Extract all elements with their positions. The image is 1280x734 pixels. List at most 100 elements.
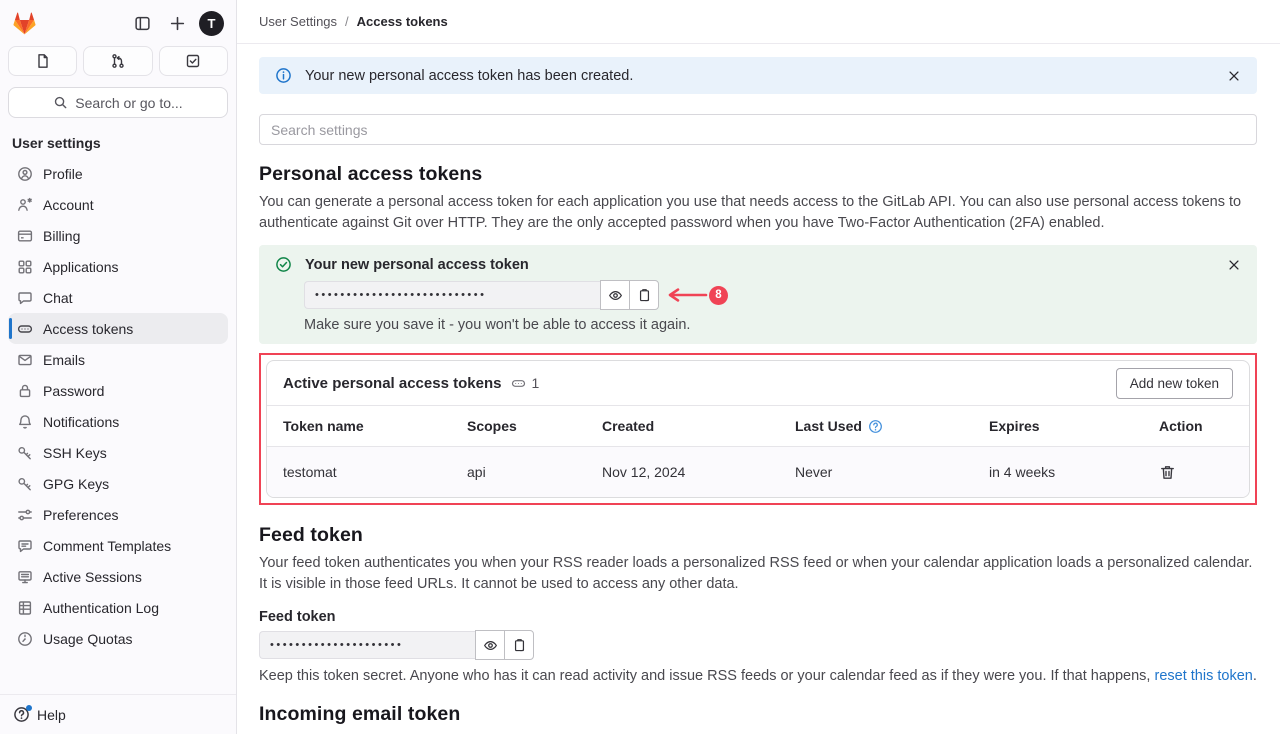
sidebar-section-title: User settings [12,135,224,151]
sidebar-item-label: Account [43,197,94,213]
sidebar-shortcuts [8,46,228,76]
sidebar-item-notifications[interactable]: Notifications [8,406,228,437]
expires-cell: in 4 weeks [989,464,1159,480]
copy-clipboard-icon [512,638,527,653]
gitlab-logo-icon[interactable] [12,11,37,36]
check-circle-icon [275,256,292,273]
search-or-go-to[interactable]: Search or go to... [8,87,228,118]
breadcrumb-parent[interactable]: User Settings [259,14,337,29]
reveal-feed-token-button[interactable] [475,630,505,660]
sidebar-item-access-tokens[interactable]: Access tokens [8,313,228,344]
feed-note-suffix: . [1253,668,1257,684]
sidebar-item-applications[interactable]: Applications [8,251,228,282]
merge-request-icon [110,53,126,69]
sidebar-item-label: Chat [43,290,73,306]
annotation-badge: 8 [709,286,728,305]
new-token-masked-value: ••••••••••••••••••••••••••• [304,281,600,309]
sidebar-item-label: Profile [43,166,83,182]
sidebar-item-label: Active Sessions [43,569,142,585]
token-count-chip: 1 [511,375,539,391]
active-tokens-card-header: Active personal access tokens 1 Add new … [267,361,1249,405]
scopes-cell: api [467,464,602,480]
reveal-token-button[interactable] [600,280,630,310]
eye-icon [483,638,498,653]
sidebar-item-usage-quotas[interactable]: Usage Quotas [8,623,228,654]
token-table-row: testomat api Nov 12, 2024 Never in 4 wee… [267,447,1249,497]
feed-token-heading: Feed token [259,524,1257,547]
column-created: Created [602,418,795,434]
sidebar-item-ssh-keys[interactable]: SSH Keys [8,437,228,468]
sidebar-item-label: GPG Keys [43,476,109,492]
search-settings-input[interactable] [259,114,1257,145]
search-icon [53,95,68,110]
sidebar-item-active-sessions[interactable]: Active Sessions [8,561,228,592]
last-used-cell: Never [795,464,989,480]
active-sessions-icon [17,569,33,585]
sidebar-item-label: SSH Keys [43,445,107,461]
sidebar-header: T [0,0,236,40]
eye-icon [608,288,623,303]
issues-shortcut-button[interactable] [8,46,77,76]
access-tokens-icon [17,321,33,337]
merge-requests-shortcut-button[interactable] [83,46,152,76]
sidebar-item-account[interactable]: Account [8,189,228,220]
revoke-token-button[interactable] [1159,464,1177,481]
password-icon [17,383,33,399]
personal-access-tokens-description: You can generate a personal access token… [259,192,1257,234]
column-scopes: Scopes [467,418,602,434]
gpg-keys-icon [17,476,33,492]
breadcrumb: User Settings / Access tokens [237,0,1280,44]
close-icon[interactable] [1227,258,1241,272]
reset-token-link[interactable]: reset this token [1155,668,1253,684]
help-label: Help [37,707,66,723]
sidebar-item-label: Billing [43,228,80,244]
sidebar-toggle-icon[interactable] [129,10,155,36]
sidebar-item-authentication-log[interactable]: Authentication Log [8,592,228,623]
search-label: Search or go to... [75,95,182,111]
main-area: User Settings / Access tokens Your new p… [237,0,1280,734]
authentication-log-icon [17,600,33,616]
copy-feed-token-button[interactable] [504,630,534,660]
active-tokens-card: Active personal access tokens 1 Add new … [266,360,1250,498]
billing-icon [17,228,33,244]
sidebar-item-billing[interactable]: Billing [8,220,228,251]
column-token-name: Token name [283,418,467,434]
success-alert-note: Make sure you save it - you won't be abl… [304,317,1241,333]
trash-icon [1159,464,1176,481]
question-help-icon[interactable] [868,419,883,434]
sidebar-nav: Profile Account Billing Applications Cha… [0,158,236,654]
issues-icon [35,53,51,69]
sidebar-item-gpg-keys[interactable]: GPG Keys [8,468,228,499]
help-button[interactable]: Help [0,694,236,734]
create-new-plus-icon[interactable] [164,10,190,36]
token-count: 1 [531,375,539,391]
sidebar-item-profile[interactable]: Profile [8,158,228,189]
active-tokens-title: Active personal access tokens [283,375,501,392]
sidebar-item-label: Authentication Log [43,600,159,616]
annotation-rectangle: Active personal access tokens 1 Add new … [259,353,1257,505]
breadcrumb-current: Access tokens [357,14,448,29]
token-chip-icon [511,376,526,391]
copy-token-button[interactable] [629,280,659,310]
add-new-token-button[interactable]: Add new token [1116,368,1233,399]
token-name-cell: testomat [283,464,467,480]
feed-token-note: Keep this token secret. Anyone who has i… [259,668,1257,684]
close-icon[interactable] [1227,69,1241,83]
sidebar-item-chat[interactable]: Chat [8,282,228,313]
created-cell: Nov 12, 2024 [602,464,795,480]
sidebar-item-label: Comment Templates [43,538,171,554]
tokens-table-header: Token name Scopes Created Last Used Expi… [267,405,1249,447]
active-item-indicator [9,318,12,339]
feed-note-prefix: Keep this token secret. Anyone who has i… [259,668,1155,684]
todo-icon [185,53,201,69]
sidebar-item-password[interactable]: Password [8,375,228,406]
sidebar: T Search or go to... User settings Profi… [0,0,237,734]
user-avatar[interactable]: T [199,11,224,36]
todos-shortcut-button[interactable] [159,46,228,76]
success-alert: Your new personal access token •••••••••… [259,245,1257,344]
sidebar-item-preferences[interactable]: Preferences [8,499,228,530]
sidebar-item-emails[interactable]: Emails [8,344,228,375]
column-expires: Expires [989,418,1159,434]
app-window: T Search or go to... User settings Profi… [0,0,1280,734]
sidebar-item-comment-templates[interactable]: Comment Templates [8,530,228,561]
